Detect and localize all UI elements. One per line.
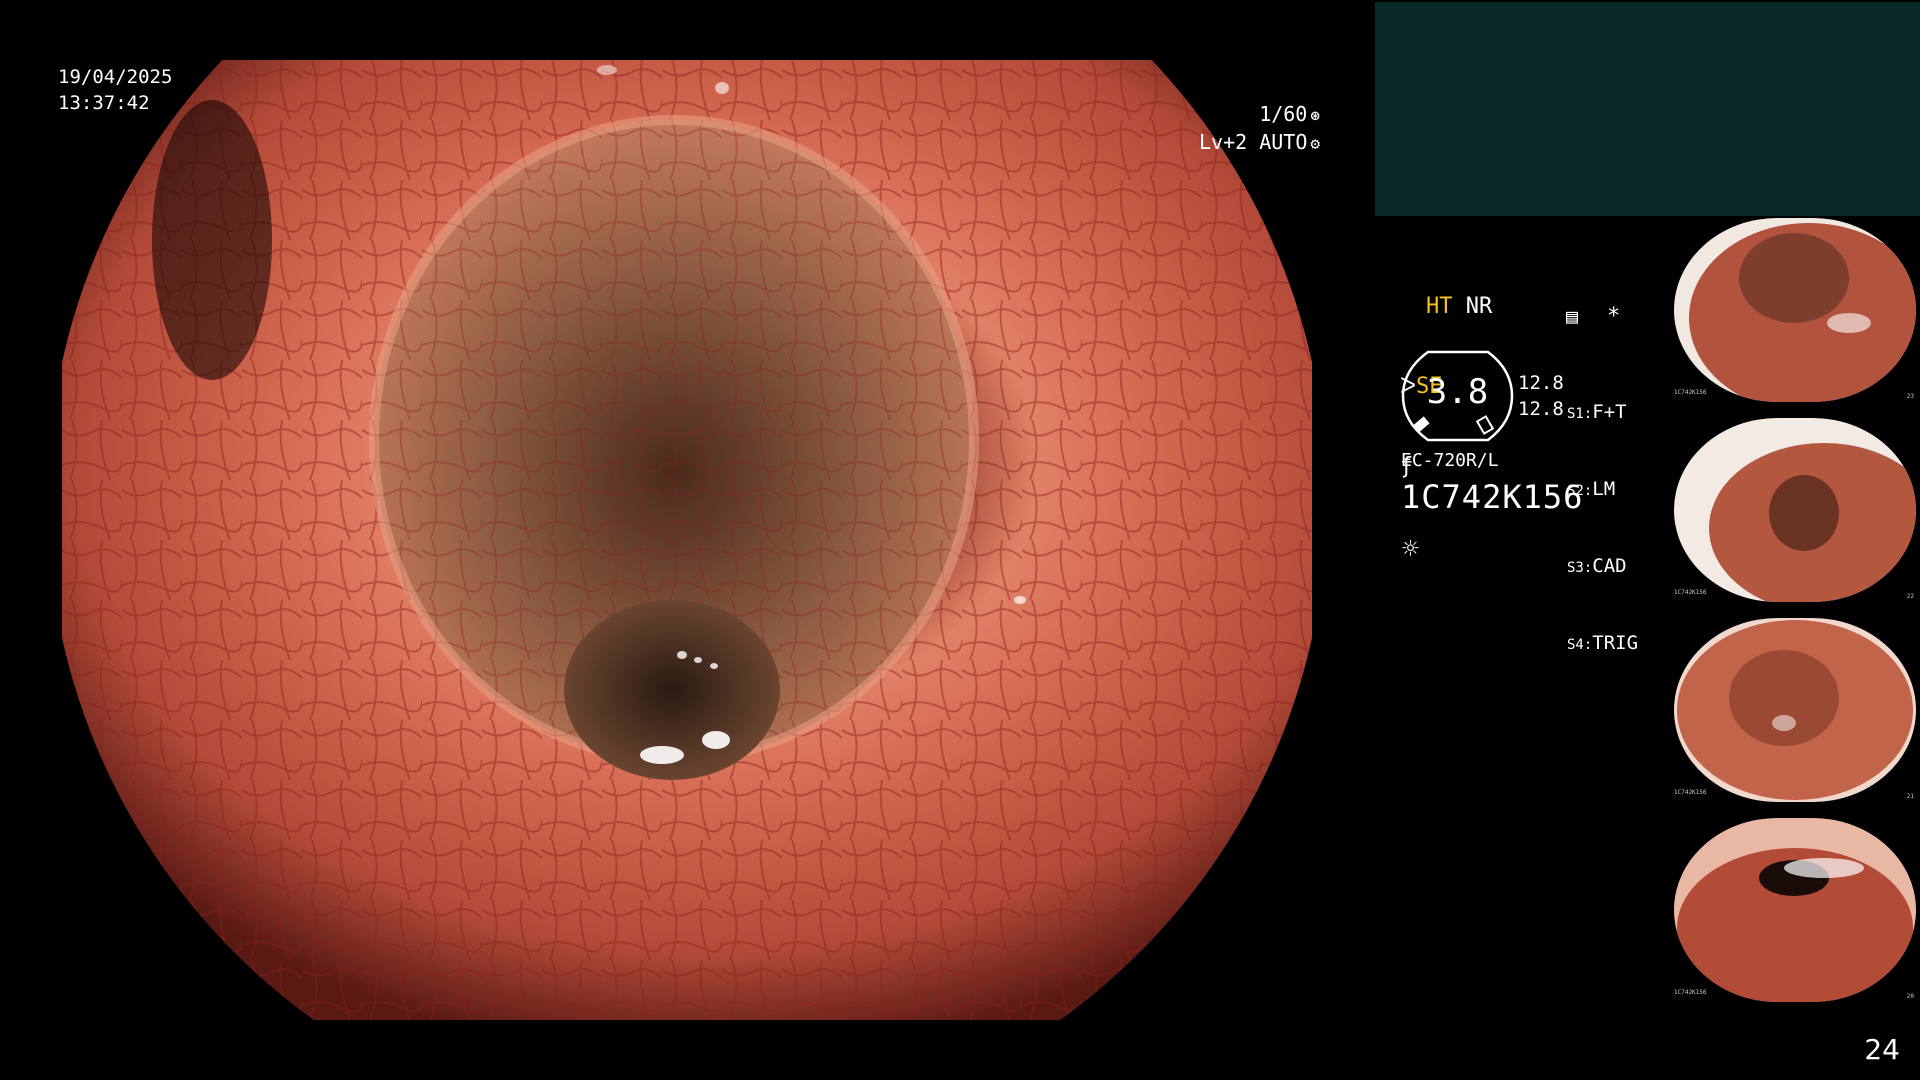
date-text: 19/04/2025: [58, 66, 173, 88]
nr-indicator: NR: [1465, 294, 1493, 319]
gauge-numbers: 12.8 12.8: [1518, 370, 1564, 422]
scope-switch-list: S1:F+T S2:LM S3:CAD S4:TRIG: [1567, 350, 1638, 683]
ht-indicator: HT: [1426, 294, 1453, 319]
scope-switch-item: S4:TRIG: [1567, 632, 1639, 654]
thumbnail-image: [1674, 618, 1916, 802]
aperture-icon: ⊛: [1310, 106, 1320, 125]
thumbnail-image: [1674, 818, 1916, 1002]
level-text: Lv+2 AUTO: [1198, 130, 1308, 154]
gauge-value: 3.8: [1426, 372, 1489, 412]
colon-lumen-image: [62, 60, 1312, 1020]
filter-icon: ▤: [1566, 304, 1579, 328]
scope-switch-item: S1:F+T: [1567, 401, 1627, 423]
thumbnail-number: 21: [1906, 793, 1914, 800]
gauge-number: 12.8: [1518, 398, 1564, 420]
thumbnail-number: 23: [1906, 393, 1914, 400]
gauge-number: 12.8: [1518, 372, 1564, 394]
thumbnail-caption: 1C742K156: [1674, 389, 1707, 396]
gear-icon: ⚙: [1310, 134, 1320, 153]
shutter-text: 1/60: [1259, 102, 1308, 126]
thumbnail-number: 20: [1906, 993, 1914, 1000]
thumbnail-number: 22: [1906, 593, 1914, 600]
thumbnail-1[interactable]: 1C742K156 23: [1672, 216, 1918, 404]
endoscopic-view: [62, 60, 1312, 1020]
shutter-readout: 1/60 ⊛: [1259, 100, 1320, 130]
thumbnail-2[interactable]: 1C742K156 22: [1672, 416, 1918, 604]
scope-switch-item: S3:CAD: [1567, 555, 1627, 577]
level-readout: Lv+2 AUTO ⚙: [1199, 128, 1320, 158]
thumbnail-3[interactable]: 1C742K156 21: [1672, 616, 1918, 804]
star-indicator: *: [1607, 304, 1621, 329]
thumbnail-caption: 1C742K156: [1674, 589, 1707, 596]
thumbnail-caption: 1C742K156: [1674, 789, 1707, 796]
time-text: 13:37:42: [58, 92, 150, 114]
thumbnail-image: [1674, 418, 1916, 602]
scope-model: EC-720R/L: [1401, 450, 1499, 471]
thumbnail-image: [1674, 218, 1916, 402]
date-time-display: 19/04/2025 13:37:42: [58, 64, 172, 116]
light-source-icon: ☼: [1402, 532, 1419, 565]
page-number: 24: [1864, 1033, 1900, 1066]
thumbnail-caption: 1C742K156: [1674, 989, 1707, 996]
thumbnail-4[interactable]: 1C742K156 20: [1672, 816, 1918, 1004]
info-panel-box: [1375, 2, 1920, 216]
scope-serial: 1C742K156: [1401, 478, 1584, 516]
